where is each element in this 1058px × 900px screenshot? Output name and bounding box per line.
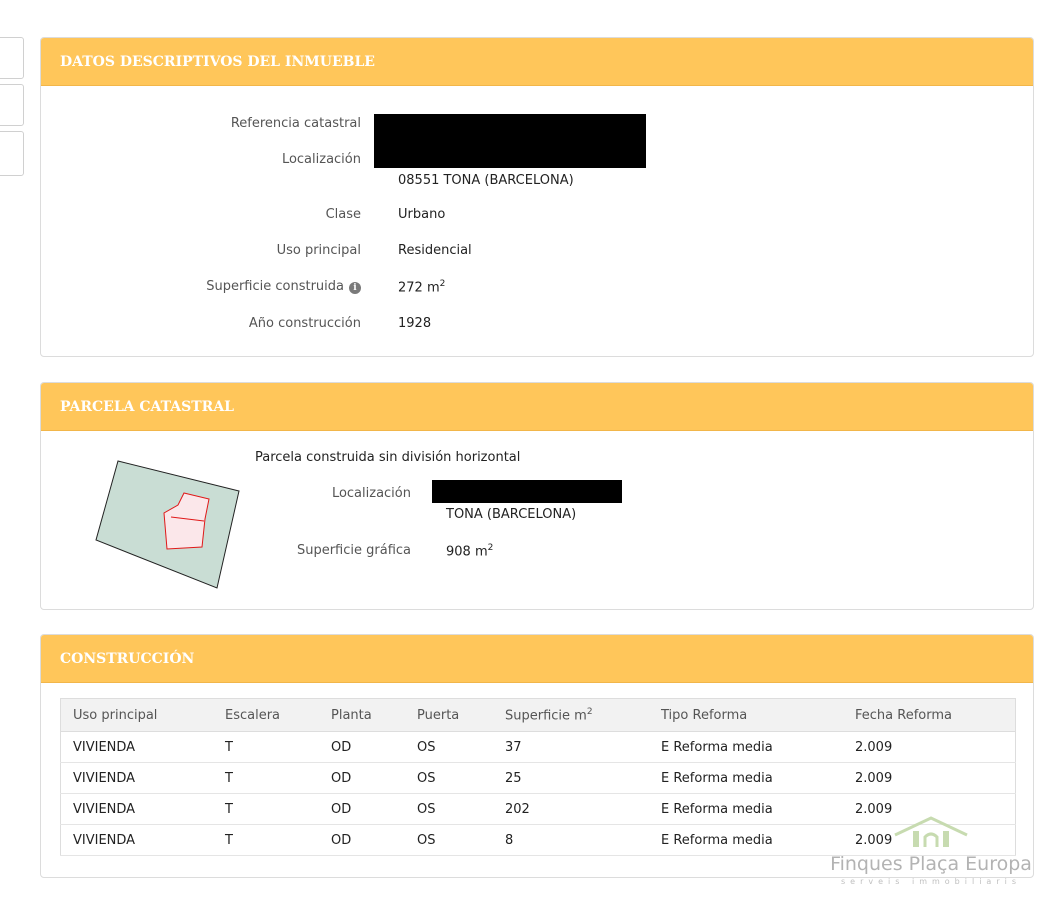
- cell-planta: OD: [319, 762, 405, 794]
- cell-escalera: T: [213, 793, 319, 825]
- cell-escalera: T: [213, 824, 319, 856]
- redacted-parcela-localizacion: [432, 480, 622, 503]
- panel-datos-descriptivos: DATOS DESCRIPTIVOS DEL INMUEBLE Referenc…: [40, 37, 1034, 357]
- label-uso-principal: Uso principal: [276, 243, 361, 258]
- cell-planta: OD: [319, 824, 405, 856]
- watermark-logo: Finques Plaça Europa serveis immobiliari…: [816, 815, 1046, 886]
- superscript-2: 2: [586, 706, 593, 717]
- cell-puerta: OS: [405, 762, 493, 794]
- value-superficie-construida-text: 272 m: [398, 280, 440, 296]
- cell-uso: VIVIENDA: [60, 762, 213, 794]
- value-parcela-localizacion: TONA (BARCELONA): [446, 507, 577, 522]
- cell-tipo-reforma: E Reforma media: [649, 793, 843, 825]
- panel-header-parcela: PARCELA CATASTRAL: [41, 383, 1033, 431]
- superscript-2: 2: [487, 543, 494, 553]
- cell-tipo-reforma: E Reforma media: [649, 731, 843, 763]
- value-localizacion: 08551 TONA (BARCELONA): [398, 173, 574, 188]
- redacted-referencia: [374, 114, 646, 168]
- col-planta: Planta: [319, 698, 405, 732]
- value-clase: Urbano: [398, 207, 446, 222]
- cell-planta: OD: [319, 731, 405, 763]
- panel-parcela-catastral: PARCELA CATASTRAL Parcela construida sin…: [40, 382, 1034, 610]
- panel-header-datos: DATOS DESCRIPTIVOS DEL INMUEBLE: [41, 38, 1033, 86]
- panel-title-construccion: CONSTRUCCIÓN: [60, 650, 195, 667]
- cell-uso: VIVIENDA: [60, 824, 213, 856]
- parcela-heading: Parcela construida sin división horizont…: [255, 450, 521, 465]
- cell-puerta: OS: [405, 793, 493, 825]
- value-superficie-grafica: 908 m2: [446, 543, 493, 559]
- watermark-name: Finques Plaça Europa: [830, 853, 1032, 875]
- cell-superficie: 202: [493, 793, 649, 825]
- side-tab-3[interactable]: [0, 131, 24, 176]
- label-referencia-catastral: Referencia catastral: [230, 116, 361, 131]
- cell-superficie: 8: [493, 824, 649, 856]
- label-parcela-localizacion: Localización: [331, 486, 411, 501]
- label-localizacion: Localización: [281, 152, 361, 167]
- cell-planta: OD: [319, 793, 405, 825]
- cell-uso: VIVIENDA: [60, 793, 213, 825]
- label-superficie-grafica: Superficie gráfica: [296, 543, 411, 558]
- side-tab-1[interactable]: [0, 37, 24, 79]
- label-superficie-construida-text: Superficie construida: [206, 279, 344, 294]
- cell-tipo-reforma: E Reforma media: [649, 824, 843, 856]
- superscript-2: 2: [439, 279, 446, 289]
- value-uso-principal: Residencial: [398, 243, 472, 258]
- cell-fecha-reforma: 2.009: [843, 762, 1016, 794]
- table-row: VIVIENDA T OD OS 25 E Reforma media 2.00…: [60, 762, 1016, 794]
- col-superficie: Superficie m2: [493, 698, 649, 732]
- panel-title-parcela: PARCELA CATASTRAL: [60, 398, 235, 415]
- col-tipo-reforma: Tipo Reforma: [649, 698, 843, 732]
- cell-puerta: OS: [405, 824, 493, 856]
- cell-puerta: OS: [405, 731, 493, 763]
- cell-superficie: 37: [493, 731, 649, 763]
- value-superficie-construida: 272 m2: [398, 279, 445, 295]
- label-superficie-construida: Superficie construida i: [141, 279, 361, 294]
- col-fecha-reforma: Fecha Reforma: [843, 698, 1016, 732]
- cell-tipo-reforma: E Reforma media: [649, 762, 843, 794]
- cell-escalera: T: [213, 762, 319, 794]
- info-icon[interactable]: i: [349, 282, 361, 294]
- label-clase: Clase: [325, 207, 361, 222]
- panel-title-datos: DATOS DESCRIPTIVOS DEL INMUEBLE: [60, 53, 375, 70]
- cell-superficie: 25: [493, 762, 649, 794]
- col-puerta: Puerta: [405, 698, 493, 732]
- panel-header-construccion: CONSTRUCCIÓN: [41, 635, 1033, 683]
- watermark-house-icon: [894, 816, 968, 847]
- cell-escalera: T: [213, 731, 319, 763]
- table-row: VIVIENDA T OD OS 37 E Reforma media 2.00…: [60, 731, 1016, 763]
- col-uso-principal: Uso principal: [60, 698, 213, 732]
- parcel-map[interactable]: [91, 455, 251, 595]
- cell-uso: VIVIENDA: [60, 731, 213, 763]
- col-superficie-text: Superficie m: [505, 708, 587, 724]
- col-escalera: Escalera: [213, 698, 319, 732]
- value-anio-construccion: 1928: [398, 316, 432, 331]
- cell-fecha-reforma: 2.009: [843, 731, 1016, 763]
- table-header-row: Uso principal Escalera Planta Puerta Sup…: [60, 698, 1016, 732]
- label-anio-construccion: Año construcción: [248, 316, 361, 331]
- side-tab-2[interactable]: [0, 84, 24, 126]
- watermark-subtitle: serveis immobiliaris: [841, 877, 1021, 886]
- value-superficie-grafica-text: 908 m: [446, 544, 488, 560]
